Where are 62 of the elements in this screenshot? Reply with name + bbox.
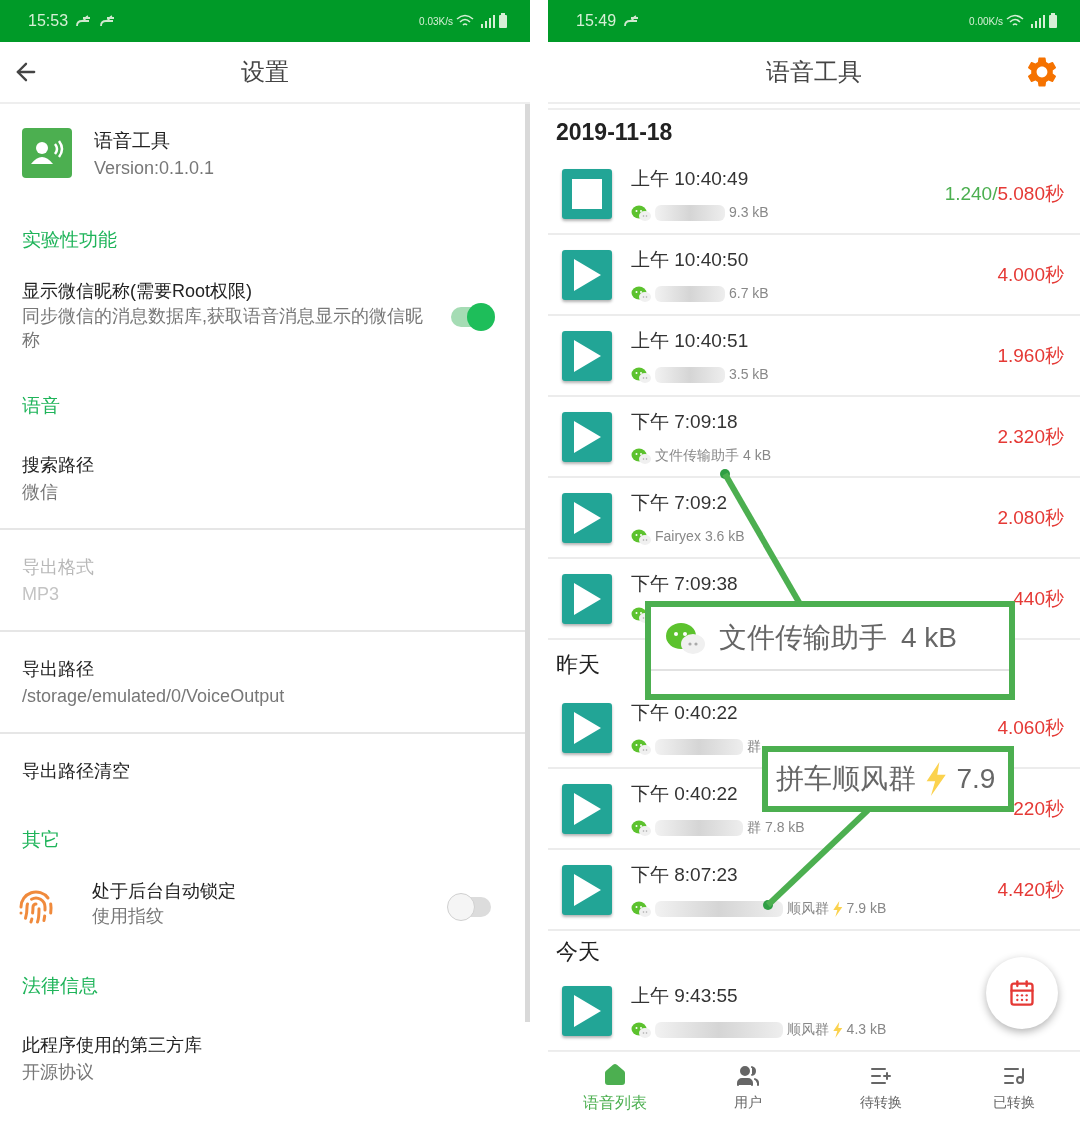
sender-name: 群 — [747, 818, 761, 837]
date-header: 今天 — [556, 937, 600, 966]
record-time: 下午 7:09:38 — [631, 572, 738, 596]
file-size: 3.5 kB — [729, 365, 769, 384]
record-time: 上午 10:40:49 — [631, 167, 749, 191]
record-time: 下午 0:40:22 — [631, 701, 738, 725]
record-time: 上午 9:43:55 — [631, 984, 738, 1008]
screen-title: 语音工具 — [766, 57, 862, 87]
sender-name: Fairyex — [655, 527, 701, 546]
item-title: 显示微信昵称(需要Root权限) — [22, 280, 253, 303]
item-title: 导出格式 — [22, 556, 95, 579]
file-size: 6.7 kB — [729, 284, 769, 303]
section-header: 语音 — [22, 395, 60, 416]
sender-name: 顺风群 — [787, 1020, 829, 1039]
duration: 4.000秒 — [997, 263, 1064, 288]
section-header: 其它 — [22, 829, 60, 850]
date-header: 昨天 — [556, 650, 600, 679]
app-name: 语音工具 — [94, 129, 171, 153]
play-progress: 1.240/ — [944, 182, 998, 207]
duration: 5.080秒 — [997, 182, 1064, 207]
item-description: 使用指纹 — [92, 905, 165, 928]
file-size: 4 kB — [743, 446, 771, 465]
section-header: 实验性功能 — [22, 229, 117, 250]
section-header: 法律信息 — [22, 975, 98, 996]
network-speed: 0.00K/s — [969, 14, 1003, 29]
file-size: 9.3 kB — [729, 203, 769, 222]
network-speed: 0.03K/s — [419, 14, 453, 29]
record-time: 上午 10:40:50 — [631, 248, 749, 272]
record-time: 下午 7:09:2 — [631, 491, 728, 515]
clock-text: 15:53 — [28, 11, 69, 31]
duration: 4.060秒 — [997, 716, 1064, 741]
clock-text: 15:49 — [576, 11, 617, 31]
sender-name: 群 — [747, 737, 761, 756]
date-header: 2019-11-18 — [556, 117, 673, 147]
item-description: MP3 — [22, 583, 60, 606]
record-time: 上午 10:40:51 — [631, 329, 749, 353]
duration: 1.960秒 — [997, 344, 1064, 369]
record-time: 下午 0:40:22 — [631, 782, 738, 806]
file-size: 3.6 kB — [704, 527, 745, 546]
item-title: 处于后台自动锁定 — [92, 880, 237, 903]
duration: 4.420秒 — [997, 878, 1064, 903]
item-title: 搜索路径 — [22, 454, 95, 477]
item-description: 同步微信的消息数据库,获取语音消息显示的微信昵称 — [22, 305, 424, 352]
duration: 2.320秒 — [997, 425, 1064, 450]
sender-name: 顺风群 — [787, 899, 829, 918]
duration: 2.080秒 — [997, 506, 1064, 531]
file-size: 7.8 kB — [765, 818, 805, 837]
file-size: 7.9 kB — [846, 899, 887, 918]
record-time: 下午 7:09:18 — [631, 410, 738, 434]
item-title: 导出路径 — [22, 658, 95, 681]
sender-name: 文件传输助手 — [655, 446, 739, 465]
record-time: 下午 8:07:23 — [631, 863, 738, 887]
duration: 220秒 — [1013, 797, 1064, 822]
item-description: 开源协议 — [22, 1061, 95, 1084]
item-title: 导出路径清空 — [22, 760, 131, 783]
app-version: Version:0.1.0.1 — [94, 157, 215, 180]
file-size: 4.3 kB — [846, 1020, 887, 1039]
item-description: 微信 — [22, 481, 59, 504]
screen-title: 设置 — [241, 57, 289, 87]
item-description: /storage/emulated/0/VoiceOutput — [22, 685, 286, 708]
duration: 440秒 — [1013, 587, 1064, 612]
item-title: 此程序使用的第三方库 — [22, 1034, 203, 1057]
